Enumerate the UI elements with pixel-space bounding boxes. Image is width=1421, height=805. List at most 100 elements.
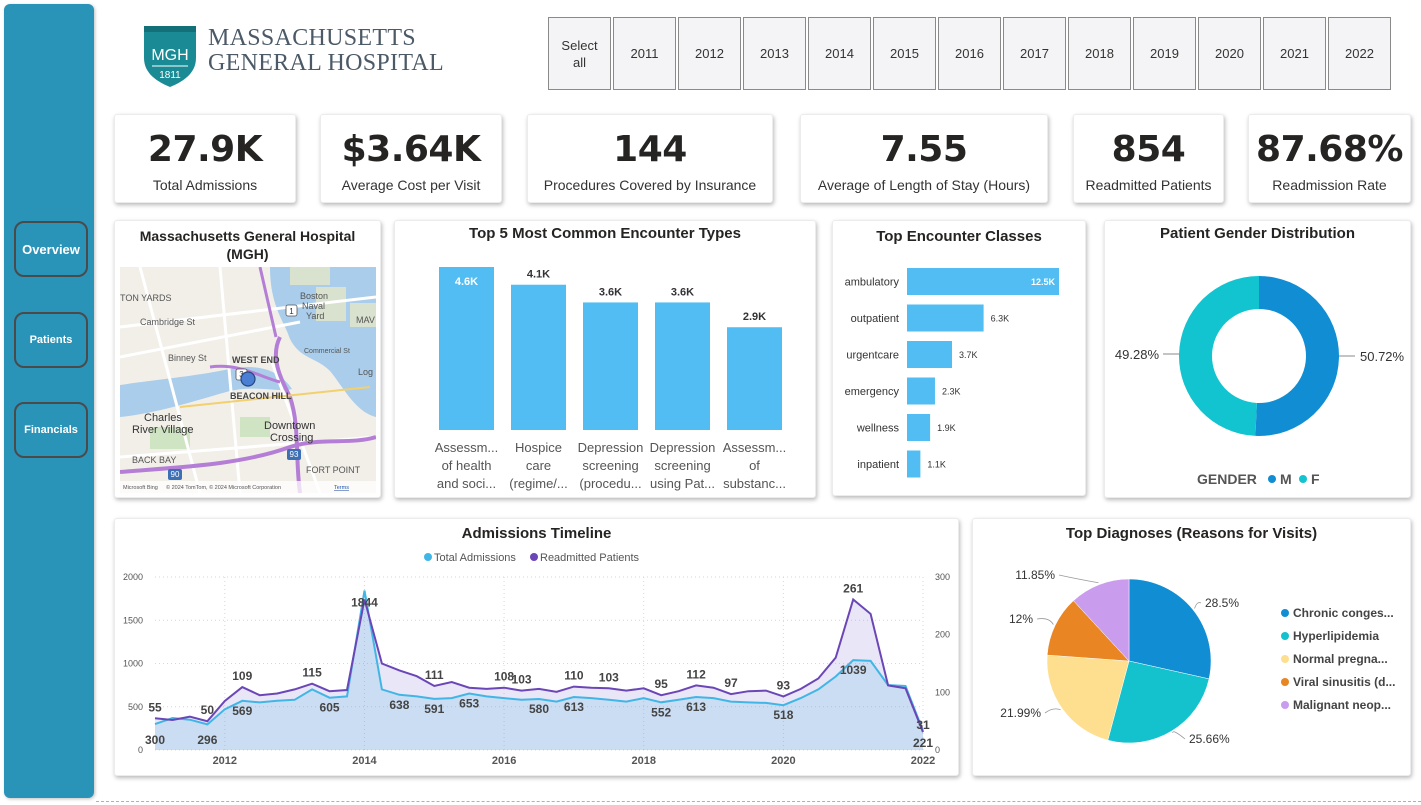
year-button-label: 2021: [1280, 46, 1309, 61]
year-button-2014[interactable]: 2014: [808, 17, 871, 90]
point-value-label: 109: [232, 669, 252, 683]
year-button-2016[interactable]: 2016: [938, 17, 1001, 90]
point-value-label: 300: [145, 733, 165, 747]
kpi-average-cost: $3.64K Average Cost per Visit: [320, 114, 502, 203]
logo-badge-abbr: MGH: [151, 47, 188, 64]
series-area: [155, 590, 923, 750]
point-value-label: 55: [148, 700, 162, 714]
encounter-type-bar[interactable]: [583, 302, 638, 430]
map-label: Crossing: [270, 432, 313, 444]
year-button-2012[interactable]: 2012: [678, 17, 741, 90]
category-label: of: [749, 458, 760, 473]
encounter-type-bar[interactable]: [439, 267, 494, 430]
point-value-label: 103: [512, 673, 532, 687]
gender-slice[interactable]: [1178, 276, 1259, 436]
x-tick: 2012: [213, 755, 237, 767]
encounter-class-bar[interactable]: [907, 304, 984, 332]
legend-label[interactable]: Viral sinusitis (d...: [1293, 675, 1395, 689]
legend-label[interactable]: Normal pregna...: [1293, 652, 1388, 666]
logo-line2: GENERAL HOSPITAL: [208, 50, 444, 76]
year-button-2017[interactable]: 2017: [1003, 17, 1066, 90]
admissions-timeline-card: Admissions Timeline 0 500 1000 1500 2000 0 100…: [114, 518, 959, 776]
map-label: Downtown: [264, 420, 315, 432]
route-badge-icon: 1: [285, 304, 298, 317]
y-right-tick: 300: [935, 572, 950, 582]
category-label: inpatient: [857, 459, 899, 471]
category-label: ambulatory: [845, 277, 900, 289]
slice-value-label: 21.99%: [1000, 706, 1041, 720]
nav-patients-button[interactable]: Patients: [14, 312, 88, 368]
year-button-2022[interactable]: 2022: [1328, 17, 1391, 90]
nav-patients-label: Patients: [29, 334, 73, 346]
y-right-tick: 200: [935, 630, 950, 640]
encounter-type-bar[interactable]: [511, 284, 566, 430]
legend-marker: [1268, 475, 1276, 483]
gender-card: Patient Gender Distribution 50.72% 49.28%…: [1104, 220, 1411, 498]
year-button-label: 2013: [760, 46, 789, 61]
category-label: Depression: [578, 440, 644, 455]
point-value-label: 518: [773, 708, 793, 722]
year-button-label: 2015: [890, 46, 919, 61]
map-terms-link[interactable]: Terms: [334, 485, 349, 491]
map-label: MAV: [356, 315, 375, 325]
encounter-type-bar[interactable]: [727, 327, 782, 430]
year-button-2015[interactable]: 2015: [873, 17, 936, 90]
category-label: Assessm...: [435, 440, 499, 455]
encounter-class-bar[interactable]: [907, 341, 952, 368]
kpi-value: 87.68%: [1256, 129, 1403, 170]
bar-value-label: 12.5K: [1031, 277, 1056, 287]
legend-label[interactable]: Malignant neop...: [1293, 698, 1391, 712]
map-label: Binney St: [168, 353, 207, 363]
year-button-label: Select all: [561, 37, 598, 70]
map-label: River Village: [132, 424, 194, 436]
year-button-label: 2019: [1150, 46, 1179, 61]
encounter-type-bar[interactable]: [655, 302, 710, 430]
year-button-2011[interactable]: 2011: [613, 17, 676, 90]
legend-label: M: [1280, 471, 1292, 487]
year-button-2013[interactable]: 2013: [743, 17, 806, 90]
year-button-2019[interactable]: 2019: [1133, 17, 1196, 90]
point-value-label: 1039: [840, 663, 867, 677]
mgh-shield-icon: MGH 1811: [144, 26, 196, 87]
point-value-label: 296: [197, 733, 217, 747]
encounter-class-bar[interactable]: [907, 414, 931, 441]
year-button-2018[interactable]: 2018: [1068, 17, 1131, 90]
year-button-2021[interactable]: 2021: [1263, 17, 1326, 90]
bar-value-label: 4.1K: [527, 269, 550, 281]
logo-badge-year: 1811: [159, 70, 181, 81]
map-view[interactable]: TON YARDS Boston Naval Yard Cambridge St…: [120, 267, 376, 493]
x-tick: 2022: [911, 755, 935, 767]
y-left-tick: 2000: [123, 572, 143, 582]
encounter-class-bar[interactable]: [907, 450, 921, 478]
y-left-tick: 500: [128, 702, 143, 712]
legend-label[interactable]: Hyperlipidemia: [1293, 629, 1379, 643]
year-select-all-button[interactable]: Select all: [548, 17, 611, 90]
year-button-label: 2011: [630, 46, 659, 61]
year-button-label: 2016: [955, 46, 984, 61]
diagnoses-card: Top Diagnoses (Reasons for Visits) 28.5%…: [972, 518, 1411, 776]
legend-marker: [1281, 632, 1289, 640]
nav-overview-button[interactable]: Overview: [14, 221, 88, 277]
sidebar: Overview Patients Financials: [4, 4, 94, 798]
slice-value-label: 28.5%: [1205, 596, 1239, 610]
nav-financials-button[interactable]: Financials: [14, 402, 88, 458]
legend-label[interactable]: Chronic conges...: [1293, 606, 1394, 620]
gender-donut-chart: 50.72% 49.28% GENDER M F: [1115, 276, 1405, 487]
gender-slice[interactable]: [1255, 276, 1339, 436]
map-attribution: © 2024 TomTom, © 2024 Microsoft Corporat…: [166, 484, 281, 491]
slice-value-label: 50.72%: [1360, 349, 1405, 364]
year-button-2020[interactable]: 2020: [1198, 17, 1261, 90]
logo-line1: MASSACHUSETTS: [208, 25, 416, 51]
legend-label: F: [1311, 471, 1320, 487]
category-label: (regime/...: [509, 476, 568, 491]
svg-text:1: 1: [289, 307, 294, 316]
kpi-readmission-rate: 87.68% Readmission Rate: [1248, 114, 1411, 203]
legend-marker: [1299, 475, 1307, 483]
map-label: Naval: [302, 301, 325, 311]
slice-value-label: 12%: [1009, 612, 1033, 626]
category-label: urgentcare: [846, 350, 899, 362]
location-pin-icon[interactable]: [240, 371, 256, 387]
encounter-class-bar[interactable]: [907, 377, 935, 405]
y-right-tick: 0: [935, 745, 940, 755]
category-label: Hospice: [515, 440, 562, 455]
